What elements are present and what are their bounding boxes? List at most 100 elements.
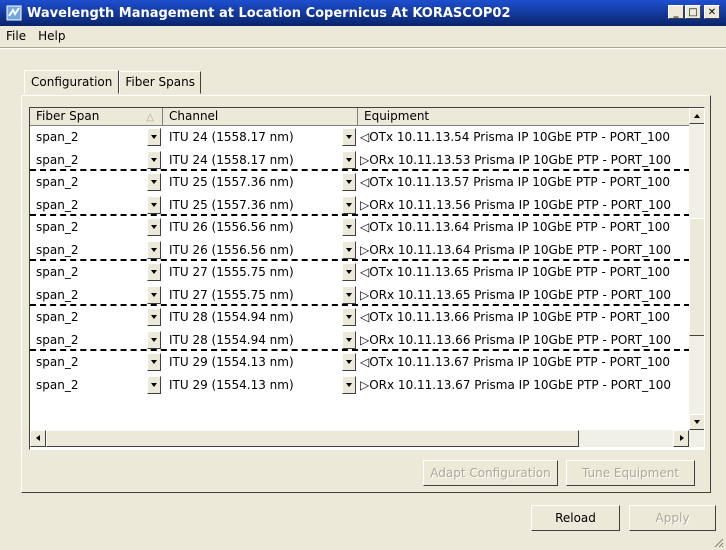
channel-select[interactable]: ITU 27 (1555.75 nm)	[167, 263, 356, 281]
maximize-button[interactable]: □	[685, 5, 701, 19]
equipment-cell[interactable]: ▷ORx 10.11.13.65 Prisma IP 10GbE PTP - P…	[358, 284, 690, 305]
fiber-span-cell[interactable]: span_2	[30, 239, 163, 260]
dropdown-arrow-icon[interactable]	[147, 353, 161, 371]
adapt-configuration-button[interactable]: Adapt Configuration	[423, 460, 558, 486]
dropdown-arrow-icon[interactable]	[147, 195, 161, 214]
dropdown-arrow-icon[interactable]	[147, 330, 161, 349]
menu-help[interactable]: Help	[32, 29, 71, 43]
scroll-right-icon[interactable]	[673, 430, 689, 447]
channel-cell[interactable]: ITU 26 (1556.56 nm)	[163, 216, 358, 239]
dropdown-arrow-icon[interactable]	[147, 285, 161, 304]
fiber-span-select[interactable]: span_2	[34, 128, 161, 146]
tab-fiber-spans[interactable]: Fiber Spans	[119, 71, 201, 94]
reload-button[interactable]: Reload	[531, 505, 620, 531]
dropdown-arrow-icon[interactable]	[342, 195, 356, 214]
table-row[interactable]: span_2 ITU 28 (1554.94 nm) ▷ORx 10.11.13.6…	[30, 329, 690, 351]
channel-cell[interactable]: ITU 26 (1556.56 nm)	[163, 239, 358, 260]
dropdown-arrow-icon[interactable]	[147, 375, 161, 394]
dropdown-arrow-icon[interactable]	[147, 263, 161, 281]
dropdown-arrow-icon[interactable]	[342, 128, 356, 146]
header-fiber-span[interactable]: Fiber Span △	[30, 108, 163, 126]
channel-select[interactable]: ITU 25 (1557.36 nm)	[167, 195, 356, 214]
fiber-span-select[interactable]: span_2	[34, 375, 161, 394]
equipment-cell[interactable]: ▷ORx 10.11.13.64 Prisma IP 10GbE PTP - P…	[358, 239, 690, 260]
fiber-span-cell[interactable]: span_2	[30, 194, 163, 215]
channel-cell[interactable]: ITU 28 (1554.94 nm)	[163, 306, 358, 329]
channel-cell[interactable]: ITU 24 (1558.17 nm)	[163, 126, 358, 149]
vertical-scroll-thumb[interactable]	[689, 218, 704, 336]
table-row[interactable]: span_2 ITU 29 (1554.13 nm) ◁OTx 10.11.13.6…	[30, 351, 690, 374]
resize-grip-icon[interactable]	[712, 536, 724, 548]
header-equipment[interactable]: Equipment	[358, 108, 690, 126]
menu-file[interactable]: File	[0, 29, 32, 43]
equipment-cell[interactable]: ▷ORx 10.11.13.53 Prisma IP 10GbE PTP - P…	[358, 149, 690, 170]
channel-select[interactable]: ITU 28 (1554.94 nm)	[167, 330, 356, 349]
channel-select[interactable]: ITU 28 (1554.94 nm)	[167, 308, 356, 326]
fiber-span-cell[interactable]: span_2	[30, 216, 163, 239]
apply-button[interactable]: Apply	[629, 505, 716, 531]
tab-configuration[interactable]: Configuration	[24, 70, 120, 94]
tune-equipment-button[interactable]: Tune Equipment	[566, 460, 695, 486]
table-row[interactable]: span_2 ITU 27 (1555.75 nm) ◁OTx 10.11.13.6…	[30, 261, 690, 284]
equipment-cell[interactable]: ▷ORx 10.11.13.66 Prisma IP 10GbE PTP - P…	[358, 329, 690, 350]
dropdown-arrow-icon[interactable]	[342, 150, 356, 169]
table-row[interactable]: span_2 ITU 24 (1558.17 nm) ◁OTx 10.11.13.5…	[30, 126, 690, 149]
title-bar[interactable]: Wavelength Management at Location Copern…	[0, 0, 726, 26]
minimize-button[interactable]: _	[668, 5, 684, 19]
scroll-down-icon[interactable]	[689, 414, 704, 430]
equipment-cell[interactable]: ◁OTx 10.11.13.64 Prisma IP 10GbE PTP - P…	[358, 216, 690, 239]
fiber-span-select[interactable]: span_2	[34, 218, 161, 236]
channel-cell[interactable]: ITU 24 (1558.17 nm)	[163, 149, 358, 170]
fiber-span-select[interactable]: span_2	[34, 330, 161, 349]
fiber-span-select[interactable]: span_2	[34, 353, 161, 371]
channel-select[interactable]: ITU 24 (1558.17 nm)	[167, 128, 356, 146]
equipment-cell[interactable]: ▷ORx 10.11.13.56 Prisma IP 10GbE PTP - P…	[358, 194, 690, 215]
channel-select[interactable]: ITU 26 (1556.56 nm)	[167, 240, 356, 259]
channel-cell[interactable]: ITU 25 (1557.36 nm)	[163, 171, 358, 194]
dropdown-arrow-icon[interactable]	[342, 285, 356, 304]
equipment-cell[interactable]: ◁OTx 10.11.13.67 Prisma IP 10GbE PTP - P…	[358, 351, 690, 374]
dropdown-arrow-icon[interactable]	[147, 128, 161, 146]
dropdown-arrow-icon[interactable]	[147, 240, 161, 259]
channel-cell[interactable]: ITU 29 (1554.13 nm)	[163, 374, 358, 397]
dropdown-arrow-icon[interactable]	[342, 330, 356, 349]
channel-cell[interactable]: ITU 29 (1554.13 nm)	[163, 351, 358, 374]
channel-select[interactable]: ITU 24 (1558.17 nm)	[167, 150, 356, 169]
dropdown-arrow-icon[interactable]	[342, 173, 356, 191]
table-row[interactable]: span_2 ITU 27 (1555.75 nm) ▷ORx 10.11.13.6…	[30, 284, 690, 306]
fiber-span-cell[interactable]: span_2	[30, 306, 163, 329]
fiber-span-cell[interactable]: span_2	[30, 351, 163, 374]
table-row[interactable]: span_2 ITU 26 (1556.56 nm) ▷ORx 10.11.13.6…	[30, 239, 690, 261]
fiber-span-select[interactable]: span_2	[34, 285, 161, 304]
dropdown-arrow-icon[interactable]	[342, 308, 356, 326]
channel-select[interactable]: ITU 29 (1554.13 nm)	[167, 353, 356, 371]
equipment-cell[interactable]: ▷ORx 10.11.13.67 Prisma IP 10GbE PTP - P…	[358, 374, 690, 397]
table-row[interactable]: span_2 ITU 26 (1556.56 nm) ◁OTx 10.11.13.6…	[30, 216, 690, 239]
channel-select[interactable]: ITU 26 (1556.56 nm)	[167, 218, 356, 236]
dropdown-arrow-icon[interactable]	[147, 218, 161, 236]
fiber-span-select[interactable]: span_2	[34, 263, 161, 281]
horizontal-scrollbar[interactable]	[30, 430, 704, 447]
equipment-cell[interactable]: ◁OTx 10.11.13.57 Prisma IP 10GbE PTP - P…	[358, 171, 690, 194]
channel-select[interactable]: ITU 25 (1557.36 nm)	[167, 173, 356, 191]
channel-select[interactable]: ITU 29 (1554.13 nm)	[167, 375, 356, 394]
dropdown-arrow-icon[interactable]	[342, 240, 356, 259]
table-row[interactable]: span_2 ITU 24 (1558.17 nm) ▷ORx 10.11.13.5…	[30, 149, 690, 171]
equipment-cell[interactable]: ◁OTx 10.11.13.66 Prisma IP 10GbE PTP - P…	[358, 306, 690, 329]
scroll-up-icon[interactable]	[689, 108, 704, 124]
fiber-span-cell[interactable]: span_2	[30, 261, 163, 284]
dropdown-arrow-icon[interactable]	[147, 173, 161, 191]
channel-cell[interactable]: ITU 25 (1557.36 nm)	[163, 194, 358, 215]
channel-cell[interactable]: ITU 28 (1554.94 nm)	[163, 329, 358, 350]
header-channel[interactable]: Channel	[163, 108, 358, 126]
dropdown-arrow-icon[interactable]	[147, 308, 161, 326]
table-row[interactable]: span_2 ITU 28 (1554.94 nm) ◁OTx 10.11.13.6…	[30, 306, 690, 329]
table-row[interactable]: span_2 ITU 25 (1557.36 nm) ◁OTx 10.11.13.5…	[30, 171, 690, 194]
table-row[interactable]: span_2 ITU 25 (1557.36 nm) ▷ORx 10.11.13.5…	[30, 194, 690, 216]
channel-cell[interactable]: ITU 27 (1555.75 nm)	[163, 284, 358, 305]
fiber-span-cell[interactable]: span_2	[30, 284, 163, 305]
dropdown-arrow-icon[interactable]	[342, 353, 356, 371]
fiber-span-select[interactable]: span_2	[34, 173, 161, 191]
fiber-span-cell[interactable]: span_2	[30, 171, 163, 194]
fiber-span-cell[interactable]: span_2	[30, 149, 163, 170]
